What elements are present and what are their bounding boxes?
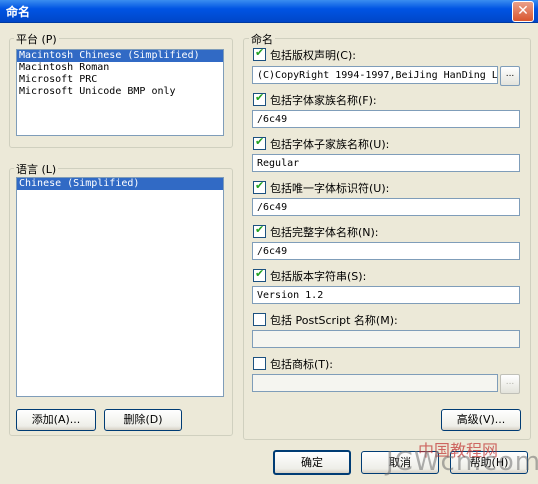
family-field[interactable]: /6c49 [252, 110, 520, 128]
advanced-button-label: 高级(V)... [456, 413, 506, 426]
check-icon: ✔ [255, 135, 265, 148]
language-legend: 语言 (L) [14, 161, 59, 177]
platform-item[interactable]: Macintosh Roman [17, 62, 223, 74]
full-name-checkbox[interactable]: ✔ [253, 223, 266, 238]
platform-list[interactable]: Macintosh Chinese (Simplified) Macintosh… [16, 49, 224, 136]
subfamily-label: 包括字体子家族名称(U): [270, 138, 390, 151]
full-name-label: 包括完整字体名称(N): [270, 226, 379, 239]
version-field[interactable]: Version 1.2 [252, 286, 520, 304]
subfamily-checkbox[interactable]: ✔ [253, 135, 266, 150]
check-icon: ✔ [255, 91, 265, 104]
postscript-field[interactable] [252, 330, 520, 348]
version-label: 包括版本字符串(S): [270, 270, 367, 283]
copyright-browse-button[interactable]: ... [500, 66, 520, 86]
language-list[interactable]: Chinese (Simplified) [16, 177, 224, 397]
close-icon: ✕ [517, 3, 529, 19]
unique-id-label: 包括唯一字体标识符(U): [270, 182, 390, 195]
naming-legend: 命名 [249, 31, 275, 47]
check-icon: ✔ [255, 223, 265, 236]
title-bar: 命名 ✕ [0, 0, 538, 23]
delete-button-label: 删除(D) [123, 413, 163, 426]
platform-legend: 平台 (P) [14, 31, 59, 47]
ellipsis-icon: ... [505, 69, 515, 79]
delete-button[interactable]: 删除(D) [104, 409, 182, 431]
trademark-field[interactable] [252, 374, 498, 392]
add-button[interactable]: 添加(A)... [16, 409, 96, 431]
copyright-label: 包括版权声明(C): [270, 49, 356, 62]
ok-button[interactable]: 确定 [273, 450, 351, 475]
ok-button-label: 确定 [301, 456, 323, 469]
family-label: 包括字体家族名称(F): [270, 94, 377, 107]
version-checkbox[interactable]: ✔ [253, 267, 266, 282]
add-button-label: 添加(A)... [31, 413, 81, 426]
close-button[interactable]: ✕ [512, 1, 534, 22]
ellipsis-icon: ... [505, 377, 515, 387]
copyright-checkbox[interactable]: ✔ [253, 46, 266, 61]
advanced-button[interactable]: 高级(V)... [441, 409, 521, 431]
unique-id-checkbox[interactable]: ✔ [253, 179, 266, 194]
postscript-label: 包括 PostScript 名称(M): [270, 314, 398, 327]
platform-item[interactable]: Microsoft PRC [17, 74, 223, 86]
check-icon: ✔ [255, 267, 265, 280]
platform-item[interactable]: Macintosh Chinese (Simplified) [17, 50, 223, 62]
unique-id-field[interactable]: /6c49 [252, 198, 520, 216]
trademark-checkbox[interactable] [253, 357, 266, 370]
check-icon: ✔ [255, 46, 265, 59]
postscript-checkbox[interactable] [253, 313, 266, 326]
platform-item[interactable]: Microsoft Unicode BMP only [17, 86, 223, 98]
trademark-browse-button[interactable]: ... [500, 374, 520, 394]
check-icon: ✔ [255, 179, 265, 192]
trademark-label: 包括商标(T): [270, 358, 334, 371]
copyright-field[interactable]: (C)CopyRight 1994-1997,BeiJing HanDing L… [252, 66, 498, 84]
window-title: 命名 [6, 5, 31, 19]
family-checkbox[interactable]: ✔ [253, 91, 266, 106]
full-name-field[interactable]: /6c49 [252, 242, 520, 260]
watermark-site: JCWcn.com [386, 447, 538, 477]
language-item[interactable]: Chinese (Simplified) [17, 178, 223, 190]
subfamily-field[interactable]: Regular [252, 154, 520, 172]
